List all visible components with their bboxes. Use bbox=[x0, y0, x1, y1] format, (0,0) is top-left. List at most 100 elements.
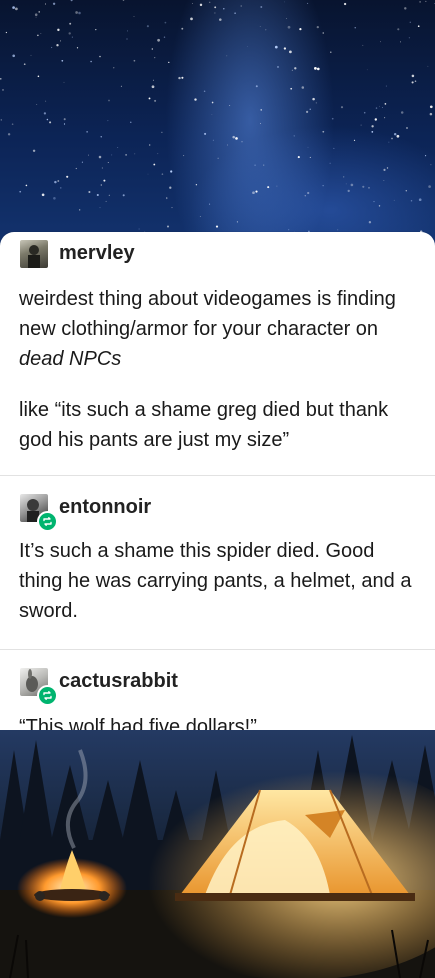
star bbox=[294, 67, 297, 70]
star bbox=[149, 144, 151, 146]
star bbox=[61, 59, 64, 62]
star bbox=[381, 107, 383, 108]
star bbox=[343, 176, 345, 178]
star bbox=[130, 121, 132, 123]
star bbox=[98, 155, 102, 159]
star bbox=[151, 48, 153, 50]
star bbox=[19, 190, 22, 193]
star bbox=[101, 167, 103, 169]
star bbox=[260, 109, 262, 111]
star bbox=[147, 173, 149, 175]
post-text: like “its such a shame greg died but tha… bbox=[19, 395, 419, 455]
star bbox=[99, 55, 101, 58]
star bbox=[411, 74, 415, 78]
star bbox=[37, 75, 40, 78]
star bbox=[133, 16, 135, 17]
star bbox=[293, 135, 295, 137]
star bbox=[404, 7, 407, 10]
star bbox=[81, 161, 83, 163]
star bbox=[425, 155, 427, 157]
star bbox=[223, 8, 225, 10]
star bbox=[309, 108, 311, 110]
star bbox=[56, 44, 59, 47]
star bbox=[195, 184, 198, 186]
star bbox=[35, 16, 37, 18]
star bbox=[400, 111, 404, 114]
star bbox=[63, 118, 66, 121]
star bbox=[315, 102, 317, 104]
username[interactable]: cactusrabbit bbox=[59, 670, 178, 693]
star bbox=[430, 164, 432, 166]
star bbox=[154, 99, 157, 102]
reblog-entonnoir: entonnoir It’s such a shame this spider … bbox=[0, 475, 435, 649]
star bbox=[322, 32, 324, 34]
star bbox=[134, 153, 136, 155]
star bbox=[212, 139, 214, 141]
star bbox=[103, 179, 106, 182]
star bbox=[169, 186, 172, 189]
star bbox=[0, 78, 2, 80]
star bbox=[209, 1, 211, 3]
star bbox=[393, 132, 397, 136]
star bbox=[12, 54, 15, 58]
star bbox=[148, 97, 151, 100]
star bbox=[240, 5, 242, 7]
star bbox=[12, 6, 15, 9]
star bbox=[171, 207, 173, 209]
star bbox=[297, 156, 300, 159]
star bbox=[178, 76, 181, 80]
star bbox=[25, 184, 28, 187]
star bbox=[235, 137, 238, 140]
star bbox=[378, 205, 381, 207]
star bbox=[11, 123, 14, 125]
star bbox=[45, 3, 46, 5]
star bbox=[60, 40, 62, 42]
star bbox=[161, 131, 163, 133]
star bbox=[166, 197, 168, 200]
star bbox=[0, 119, 3, 121]
star bbox=[214, 12, 216, 14]
star bbox=[384, 103, 387, 105]
star bbox=[263, 164, 265, 166]
star bbox=[254, 164, 256, 167]
star bbox=[157, 153, 159, 155]
star bbox=[427, 65, 429, 67]
star bbox=[108, 99, 110, 102]
star bbox=[157, 38, 160, 42]
username[interactable]: mervley bbox=[59, 242, 135, 265]
star bbox=[363, 111, 366, 114]
star bbox=[161, 173, 164, 175]
star bbox=[307, 2, 309, 4]
star bbox=[107, 161, 109, 164]
star bbox=[168, 61, 170, 64]
star bbox=[204, 132, 207, 135]
star bbox=[362, 185, 365, 188]
star bbox=[45, 100, 47, 102]
star bbox=[309, 156, 311, 158]
star bbox=[284, 1, 286, 3]
star bbox=[260, 6, 263, 8]
star bbox=[247, 45, 248, 47]
star bbox=[366, 69, 368, 71]
star bbox=[86, 131, 88, 133]
star bbox=[194, 98, 197, 101]
star bbox=[252, 191, 255, 195]
star bbox=[126, 38, 128, 40]
star bbox=[43, 112, 47, 115]
star bbox=[322, 130, 325, 133]
star bbox=[429, 112, 433, 116]
star bbox=[40, 33, 42, 34]
star bbox=[368, 221, 372, 224]
star bbox=[71, 36, 73, 38]
star bbox=[236, 221, 238, 223]
star bbox=[259, 26, 261, 27]
star bbox=[337, 229, 339, 231]
username[interactable]: entonnoir bbox=[59, 496, 151, 519]
star bbox=[405, 190, 408, 192]
post-text: It’s such a shame this spider died. Good… bbox=[19, 540, 412, 622]
star bbox=[371, 131, 374, 133]
star bbox=[312, 97, 315, 101]
avatar-mervley[interactable] bbox=[20, 240, 48, 268]
star bbox=[32, 149, 36, 153]
star bbox=[259, 123, 261, 125]
